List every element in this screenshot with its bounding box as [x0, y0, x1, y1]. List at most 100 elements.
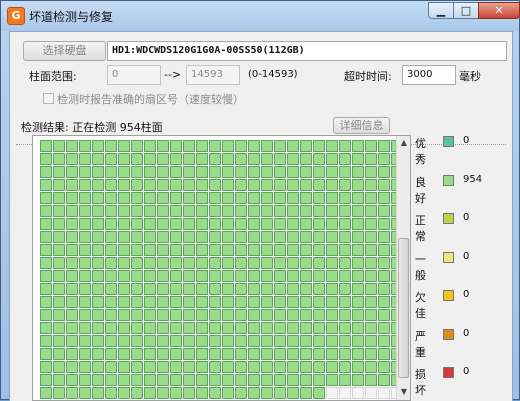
sector-cell-good — [183, 179, 195, 191]
sector-cell-good — [79, 270, 91, 282]
sector-cell-good — [365, 179, 377, 191]
title-bar[interactable]: G 坏道检测与修复 ▁ □ ✕ — [1, 1, 520, 31]
sector-cell-good — [326, 231, 338, 243]
sector-cell-good — [183, 166, 195, 178]
sector-cell-good — [131, 218, 143, 230]
range-arrow: --> — [164, 68, 182, 81]
sector-cell-good — [222, 166, 234, 178]
sector-cell-good — [300, 153, 312, 165]
sector-cell-good — [378, 179, 390, 191]
sector-cell-good — [131, 166, 143, 178]
sector-cell-good — [300, 283, 312, 295]
sector-cell-good — [53, 244, 65, 256]
sector-cell-good — [170, 374, 182, 386]
sector-cell-good — [196, 270, 208, 282]
sector-cell-good — [118, 296, 130, 308]
sector-cell-good — [170, 257, 182, 269]
sector-cell-good — [79, 257, 91, 269]
end-cylinder-input[interactable]: 14593 — [186, 65, 240, 85]
sector-cell-good — [326, 335, 338, 347]
sector-cell-good — [196, 348, 208, 360]
sector-cell-good — [248, 231, 260, 243]
sector-cell-good — [352, 348, 364, 360]
legend-count: 954 — [463, 174, 483, 185]
sector-cell-good — [79, 361, 91, 373]
sector-cell-good — [274, 140, 286, 152]
sector-cell-good — [53, 283, 65, 295]
sector-cell-good — [196, 179, 208, 191]
sector-cell-good — [79, 205, 91, 217]
sector-cell-good — [222, 257, 234, 269]
scroll-up-icon[interactable]: ▲ — [399, 137, 409, 149]
sector-cell-good — [170, 140, 182, 152]
sector-cell-good — [196, 387, 208, 399]
legend-label: 严重 — [415, 330, 426, 359]
sector-cell-good — [53, 153, 65, 165]
minimize-button[interactable]: ▁ — [428, 2, 454, 19]
sector-cell-good — [222, 335, 234, 347]
sector-cell-good — [196, 218, 208, 230]
sector-cell-good — [131, 296, 143, 308]
sector-cell-good — [92, 374, 104, 386]
maximize-button[interactable]: □ — [453, 2, 479, 19]
sector-cell-good — [92, 296, 104, 308]
sector-cell-good — [261, 283, 273, 295]
sector-cell-good — [261, 387, 273, 399]
sector-cell-good — [365, 322, 377, 334]
sector-cell-good — [157, 153, 169, 165]
sector-cell-good — [339, 244, 351, 256]
sector-cell-good — [118, 322, 130, 334]
sector-cell-good — [326, 153, 338, 165]
sector-cell-good — [170, 218, 182, 230]
sector-cell-good — [287, 205, 299, 217]
select-disk-button[interactable]: 选择硬盘 — [23, 41, 106, 61]
sector-cell-good — [157, 257, 169, 269]
sector-cell-good — [79, 374, 91, 386]
sector-cell-pending — [326, 387, 338, 399]
legend-swatch — [443, 175, 454, 186]
sector-cell-good — [118, 231, 130, 243]
sector-cell-good — [352, 322, 364, 334]
sector-cell-good — [261, 309, 273, 321]
sector-cell-good — [183, 309, 195, 321]
report-sector-checkbox[interactable] — [43, 93, 54, 104]
sector-cell-good — [131, 387, 143, 399]
sector-cell-good — [339, 270, 351, 282]
legend-count: 0 — [463, 135, 470, 146]
sector-cell-good — [235, 244, 247, 256]
sector-cell-good — [313, 361, 325, 373]
vertical-scrollbar[interactable]: ▲ ▼ — [396, 136, 410, 400]
legend-count: 0 — [463, 289, 470, 300]
scroll-thumb[interactable] — [398, 238, 409, 378]
sector-cell-good — [378, 231, 390, 243]
start-cylinder-input[interactable]: 0 — [107, 65, 161, 85]
sector-cell-good — [222, 322, 234, 334]
sector-cell-good — [287, 140, 299, 152]
sector-cell-good — [352, 166, 364, 178]
sector-cell-good — [144, 231, 156, 243]
sector-cell-good — [144, 374, 156, 386]
sector-cell-good — [118, 257, 130, 269]
sector-cell-good — [79, 322, 91, 334]
details-button[interactable]: 详细信息 — [333, 117, 390, 134]
sector-cell-good — [313, 374, 325, 386]
sector-cell-good — [66, 153, 78, 165]
sector-cell-good — [170, 166, 182, 178]
timeout-input[interactable]: 3000 — [402, 65, 456, 85]
sector-cell-good — [378, 257, 390, 269]
close-button[interactable]: ✕ — [478, 2, 520, 19]
sector-cell-good — [209, 140, 221, 152]
sector-cell-good — [222, 140, 234, 152]
sector-cell-good — [40, 348, 52, 360]
sector-cell-good — [274, 270, 286, 282]
sector-cell-good — [183, 348, 195, 360]
sector-cell-good — [66, 192, 78, 204]
sector-cell-good — [157, 361, 169, 373]
scroll-down-icon[interactable]: ▼ — [399, 386, 409, 398]
sector-cell-good — [53, 192, 65, 204]
sector-cell-good — [131, 348, 143, 360]
sector-cell-good — [118, 348, 130, 360]
sector-cell-good — [170, 205, 182, 217]
report-sector-label: 检测时报告准确的扇区号（速度较慢） — [57, 93, 244, 106]
sector-cell-good — [261, 192, 273, 204]
